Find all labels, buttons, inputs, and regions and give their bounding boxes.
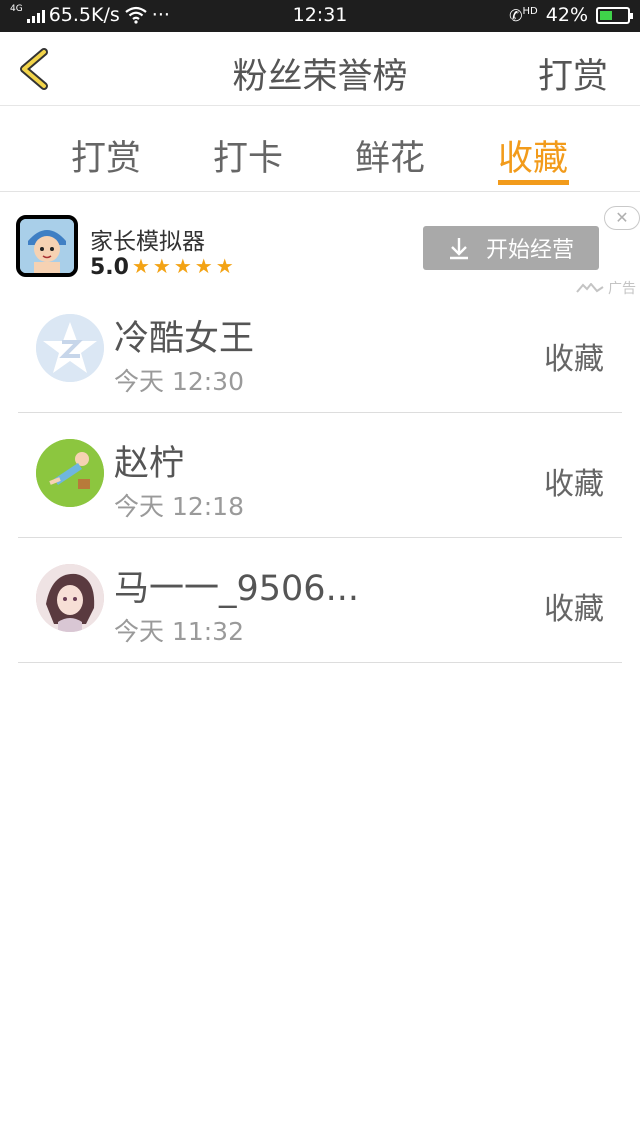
fan-time: 今天 12:30: [114, 367, 244, 396]
active-tab-indicator: [498, 180, 569, 185]
download-icon: [449, 238, 468, 260]
start-button[interactable]: 开始经营: [423, 226, 599, 270]
star-rating-icon: ★★★★★: [132, 254, 237, 278]
avatar[interactable]: [36, 564, 104, 632]
tab-checkin[interactable]: 打卡: [188, 130, 308, 181]
action-type: 收藏: [544, 467, 604, 502]
fan-name: 赵柠: [114, 444, 185, 484]
action-type: 收藏: [544, 342, 604, 377]
start-button-label: 开始经营: [485, 238, 574, 263]
nav-bar: 粉丝荣誉榜 打赏: [0, 32, 640, 106]
tab-reward[interactable]: 打赏: [46, 130, 166, 181]
fan-name: 冷酷女王: [114, 319, 255, 359]
avatar[interactable]: [36, 314, 104, 382]
hd-call-icon: ✆HD: [509, 5, 538, 25]
status-right: ✆HD 42%: [509, 4, 633, 26]
fan-name: 马一一_9506...: [114, 569, 359, 609]
action-type: 收藏: [544, 592, 604, 627]
fan-list: 冷酷女王 今天 12:30 收藏 赵柠 今天 12:18 收藏 马一一_9506…: [18, 288, 622, 663]
fan-time: 今天 12:18: [114, 492, 244, 521]
ad-banner[interactable]: 家长模拟器 5.0 ★★★★★ 开始经营 ✕ 广告: [0, 192, 640, 297]
status-bar: 4G 65.5K/s ··· 12:31 ✆HD 42%: [0, 0, 640, 32]
list-item[interactable]: 赵柠 今天 12:18 收藏: [18, 413, 622, 538]
list-item[interactable]: 冷酷女王 今天 12:30 收藏: [18, 288, 622, 413]
ad-rating: 5.0: [90, 255, 129, 280]
tab-flowers[interactable]: 鲜花: [330, 130, 450, 181]
list-item[interactable]: 马一一_9506... 今天 11:32 收藏: [18, 538, 622, 663]
app-icon[interactable]: [16, 215, 78, 277]
fan-time: 今天 11:32: [114, 617, 244, 646]
ad-app-name: 家长模拟器: [90, 229, 205, 255]
avatar[interactable]: [36, 439, 104, 507]
battery-icon: [596, 6, 633, 24]
tab-favorites[interactable]: 收藏: [473, 130, 593, 181]
battery-percent: 42%: [545, 4, 588, 26]
reward-button[interactable]: 打赏: [538, 48, 608, 99]
close-icon[interactable]: ✕: [604, 206, 640, 230]
